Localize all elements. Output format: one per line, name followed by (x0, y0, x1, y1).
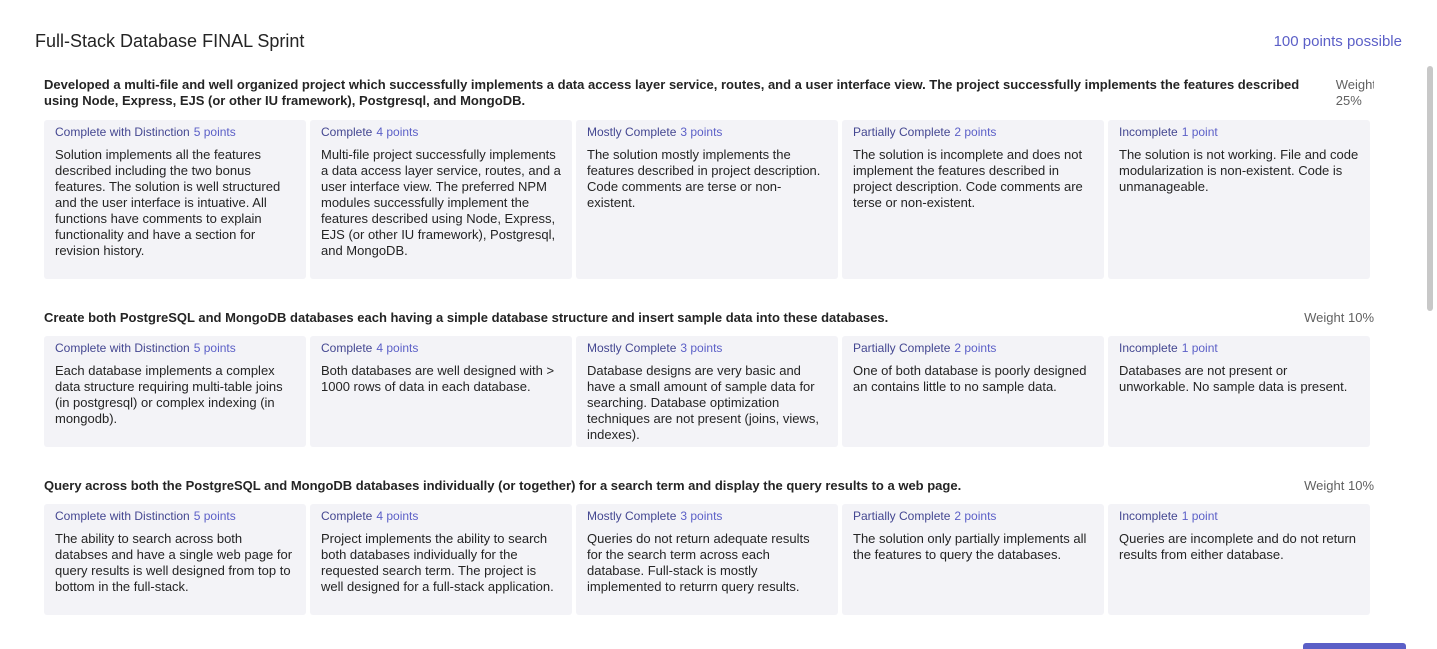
level-points: 5 points (193, 341, 236, 355)
level-points: 4 points (376, 341, 419, 355)
points-possible: 100 points possible (1273, 33, 1402, 50)
level-points: 5 points (193, 125, 236, 139)
criterion-2: Create both PostgreSQL and MongoDB datab… (44, 310, 1374, 447)
rubric-title: Full-Stack Database FINAL Sprint (35, 31, 305, 51)
level-name: Complete with Distinction (55, 509, 190, 523)
level-name: Complete (321, 509, 373, 523)
level-card: Complete 4 points Multi-file project succ… (310, 120, 572, 279)
level-name: Partially Complete (853, 125, 951, 139)
level-name: Complete with Distinction (55, 125, 190, 139)
level-points: 1 point (1181, 125, 1218, 139)
level-name: Incomplete (1119, 125, 1178, 139)
level-card: Partially Complete 2 points One of both d… (842, 336, 1104, 447)
criterion-description: Create both PostgreSQL and MongoDB datab… (44, 310, 889, 325)
level-card: Incomplete 1 point The solution is not wo… (1108, 120, 1370, 279)
level-description: One of both database is poorly designed … (853, 363, 1087, 394)
level-name: Mostly Complete (587, 125, 677, 139)
level-description: The solution is not working. File and co… (1119, 147, 1359, 194)
weight-label: Weight (1335, 77, 1374, 92)
level-name: Incomplete (1119, 341, 1178, 355)
level-points: 1 point (1181, 341, 1218, 355)
criterion-levels: Complete with Distinction 5 points The ab… (44, 504, 1370, 615)
level-name: Complete (321, 341, 373, 355)
level-name: Mostly Complete (587, 509, 677, 523)
level-description: Solution implements all the features des… (55, 147, 281, 258)
level-description: Multi-file project successfully implemen… (321, 147, 561, 258)
weight-value: 25% (1335, 93, 1362, 108)
level-points: 3 points (680, 509, 723, 523)
level-card: Mostly Complete 3 points The solution mos… (576, 120, 838, 279)
criterion-description: Developed a multi-file and well organize… (44, 77, 1300, 108)
level-name: Mostly Complete (587, 341, 677, 355)
level-description: Queries are incomplete and do not return… (1119, 531, 1357, 562)
level-points: 3 points (680, 125, 723, 139)
level-description: The solution is incomplete and does not … (853, 147, 1083, 210)
level-name: Complete (321, 125, 373, 139)
level-description: Project implements the ability to search… (321, 531, 554, 594)
criterion-header: Query across both the PostgreSQL and Mon… (44, 478, 1374, 494)
level-description: The solution mostly implements the featu… (587, 147, 821, 210)
level-card: Partially Complete 2 points The solution … (842, 120, 1104, 279)
level-points: 2 points (954, 125, 997, 139)
criterion-header: Create both PostgreSQL and MongoDB datab… (44, 310, 1374, 326)
primary-action-button[interactable] (1303, 643, 1406, 649)
level-card: Complete 4 points Both databases are well… (310, 336, 572, 447)
level-points: 4 points (376, 509, 419, 523)
level-description: The ability to search across both databs… (55, 531, 293, 594)
level-description: Queries do not return adequate results f… (587, 531, 810, 594)
level-card: Mostly Complete 3 points Queries do not r… (576, 504, 838, 615)
level-points: 4 points (376, 125, 419, 139)
rubric-criteria-list[interactable]: Developed a multi-file and well organize… (44, 77, 1374, 649)
level-description: Both databases are well designed with > … (321, 363, 555, 394)
criterion-levels: Complete with Distinction 5 points Soluti… (44, 120, 1370, 279)
level-card: Mostly Complete 3 points Database designs… (576, 336, 838, 447)
level-card: Incomplete 1 point Databases are not pres… (1108, 336, 1370, 447)
level-points: 1 point (1181, 509, 1218, 523)
level-card: Complete 4 points Project implements the … (310, 504, 572, 615)
scrollbar-thumb[interactable] (1427, 66, 1433, 311)
criterion-weight: Weight 10% (1304, 478, 1374, 493)
level-name: Complete with Distinction (55, 341, 190, 355)
level-points: 2 points (954, 341, 997, 355)
criterion-levels: Complete with Distinction 5 points Each d… (44, 336, 1370, 447)
criterion-header: Developed a multi-file and well organize… (44, 77, 1374, 109)
level-card: Complete with Distinction 5 points Soluti… (44, 120, 306, 279)
level-card: Complete with Distinction 5 points Each d… (44, 336, 306, 447)
level-card: Incomplete 1 point Queries are incomplete… (1108, 504, 1370, 615)
vertical-scrollbar[interactable] (1427, 66, 1433, 649)
level-points: 2 points (954, 509, 997, 523)
level-card: Partially Complete 2 points The solution … (842, 504, 1104, 615)
criterion-weight: Weight 10% (1304, 310, 1374, 325)
level-name: Partially Complete (853, 341, 951, 355)
criterion-weight: Weight 25% (1336, 77, 1374, 109)
level-name: Partially Complete (853, 509, 951, 523)
criterion-1: Developed a multi-file and well organize… (44, 77, 1374, 279)
rubric-page: Full-Stack Database FINAL Sprint 100 poi… (0, 0, 1437, 649)
level-points: 3 points (680, 341, 723, 355)
level-points: 5 points (193, 509, 236, 523)
criterion-3: Query across both the PostgreSQL and Mon… (44, 478, 1374, 615)
level-description: The solution only partially implements a… (853, 531, 1087, 562)
level-description: Databases are not present or unworkable.… (1119, 363, 1348, 394)
level-description: Database designs are very basic and have… (587, 363, 819, 442)
level-description: Each database implements a complex data … (55, 363, 283, 426)
level-name: Incomplete (1119, 509, 1178, 523)
level-card: Complete with Distinction 5 points The ab… (44, 504, 306, 615)
criterion-description: Query across both the PostgreSQL and Mon… (44, 478, 962, 493)
